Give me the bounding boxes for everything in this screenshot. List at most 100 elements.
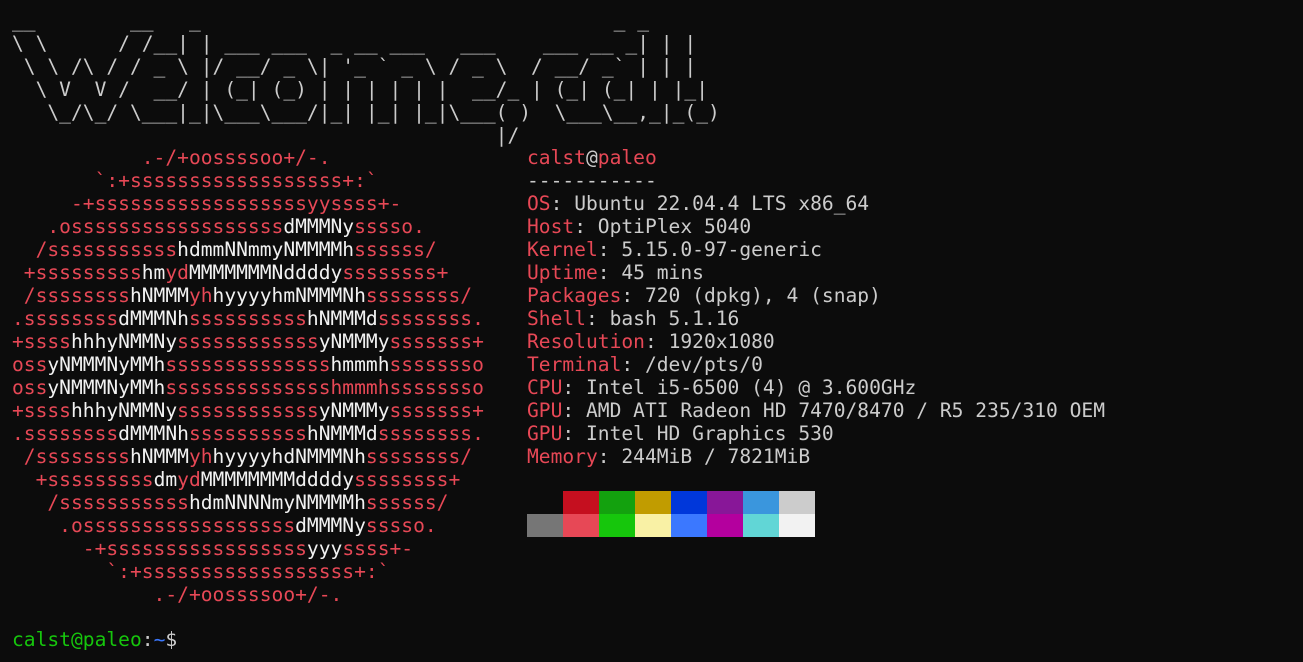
info-value: Ubuntu 22.04.4 LTS x86_64	[574, 192, 870, 215]
info-field-host: Host: OptiPlex 5040	[527, 215, 1105, 238]
logo-line: +sssshhhyNMMNyssssssssssssyNMMMysssssss+	[12, 330, 484, 353]
logo-segment: sssssss+	[389, 330, 484, 353]
user-host-line: calst@paleo	[527, 146, 1105, 169]
logo-segment: oss	[12, 353, 48, 376]
color-palette	[527, 491, 815, 537]
info-key: Terminal	[527, 353, 622, 376]
info-value: bash 5.1.16	[609, 307, 740, 330]
terminal-window[interactable]: __ __ _ _ _ \ \ / /__| | ___ ___ _ __ __…	[0, 0, 1303, 662]
palette-swatch-row1-3	[635, 491, 671, 514]
logo-segment: dm	[153, 468, 178, 491]
logo-segment: yh	[188, 445, 213, 468]
logo-segment: hNMMMd	[306, 307, 378, 330]
info-value: 45 mins	[621, 261, 704, 284]
logo-segment: ssssss/	[365, 491, 449, 514]
logo-segment: sssssss+	[389, 399, 484, 422]
info-field-gpu: GPU: Intel HD Graphics 530	[527, 422, 1105, 445]
info-key: OS	[527, 192, 551, 215]
info-user: calst	[527, 146, 586, 169]
info-value: 244MiB / 7821MiB	[621, 445, 811, 468]
logo-line: /sssssssshNMMMyhhyyyyhdNMMMNhssssssss/	[12, 445, 472, 468]
info-key: GPU	[527, 422, 563, 445]
logo-segment: sssso.	[354, 215, 425, 238]
info-separator: :	[562, 422, 586, 445]
info-separator: :	[621, 284, 645, 307]
logo-segment: ssssssss.	[377, 422, 484, 445]
palette-swatch-row2-1	[563, 514, 599, 537]
logo-segment: +sssssssss	[12, 261, 142, 284]
logo-segment: hhhyNMMNy	[70, 399, 178, 422]
logo-segment: yd	[165, 261, 189, 284]
info-key: Kernel	[527, 238, 598, 261]
logo-line: ossyNMMMNyMMhsssssssssssssshmmmhssssssso	[12, 376, 484, 399]
palette-swatch-row2-2	[599, 514, 635, 537]
logo-segment: .ossssssssssssssssss	[12, 514, 296, 537]
palette-swatch-row2-7	[779, 514, 815, 537]
info-field-uptime: Uptime: 45 mins	[527, 261, 1105, 284]
logo-segment: -+ssssssssssssssssssyyssss+-	[12, 192, 402, 215]
palette-swatch-row2-4	[671, 514, 707, 537]
palette-swatch-row1-2	[599, 491, 635, 514]
logo-segment: /ssssssss	[12, 284, 130, 307]
logo-segment: sssso.	[365, 514, 437, 537]
info-field-resolution: Resolution: 1920x1080	[527, 330, 1105, 353]
info-separator: :	[562, 376, 586, 399]
info-field-terminal: Terminal: /dev/pts/0	[527, 353, 1105, 376]
info-key: Host	[527, 215, 575, 238]
info-key: Shell	[527, 307, 586, 330]
logo-segment: MMMMMMMNddddy	[188, 261, 343, 284]
info-separator: :	[550, 192, 575, 215]
logo-segment: dMMMNh	[118, 422, 189, 445]
logo-segment: hyyyyhmNMMMNh	[212, 284, 366, 307]
logo-line: -+sssssssssssssssssyyyssss+-	[12, 537, 413, 560]
shell-prompt[interactable]: calst@paleo:~$	[12, 628, 177, 651]
logo-segment: hmmmh	[330, 353, 390, 376]
logo-segment: -+sssssssssssssssss	[12, 537, 307, 560]
palette-swatch-row2-5	[707, 514, 743, 537]
logo-segment: /sssssssssss	[12, 491, 189, 514]
logo-segment: ssssssss/	[365, 445, 473, 468]
info-separator: :	[597, 445, 622, 468]
logo-segment: dMMMNh	[118, 307, 189, 330]
info-field-shell: Shell: bash 5.1.16	[527, 307, 1105, 330]
logo-segment: MMMMMMMMddddy	[200, 468, 355, 491]
system-info-panel: calst@paleo ----------- OS: Ubuntu 22.04…	[527, 146, 1105, 468]
logo-segment: hdmNNNNmyNMMMMh	[188, 491, 366, 514]
info-field-os: OS: Ubuntu 22.04.4 LTS x86_64	[527, 192, 1105, 215]
info-divider: -----------	[527, 169, 657, 192]
logo-segment: yd	[177, 468, 201, 491]
logo-segment: ssssssss+	[354, 468, 461, 491]
logo-segment: ssssssssssssss	[165, 353, 331, 376]
logo-segment: ssssssss.	[377, 307, 484, 330]
info-value: Intel HD Graphics 530	[585, 422, 834, 445]
logo-segment: hhhyNMMNy	[70, 330, 178, 353]
logo-segment: .ssssssss	[12, 307, 119, 330]
info-separator: :	[597, 238, 622, 261]
info-separator: :	[585, 307, 610, 330]
logo-line: `:+ssssssssssssssssss+:`	[12, 169, 378, 192]
logo-segment: oss	[12, 376, 48, 399]
logo-segment: ssssssssss	[188, 422, 307, 445]
logo-segment: ssssssso	[389, 353, 484, 376]
logo-segment: +sssssssss	[12, 468, 154, 491]
info-key: Packages	[527, 284, 622, 307]
logo-segment: ssssssss+	[342, 261, 449, 284]
palette-swatch-row1-1	[563, 491, 599, 514]
info-value: AMD ATI Radeon HD 7470/8470 / R5 235/310…	[585, 399, 1106, 422]
logo-segment: dMMMNy	[295, 514, 366, 537]
info-value: 720 (dpkg), 4 (snap)	[644, 284, 881, 307]
info-field-packages: Packages: 720 (dpkg), 4 (snap)	[527, 284, 1105, 307]
logo-segment: .-/+oossssoo+/-.	[12, 146, 331, 169]
palette-swatch-row1-0	[527, 491, 563, 514]
info-value: 1920x1080	[668, 330, 775, 353]
palette-swatch-row1-5	[707, 491, 743, 514]
logo-segment: `:+ssssssssssssssssss+:`	[12, 560, 390, 583]
info-separator: :	[597, 261, 622, 284]
info-field-kernel: Kernel: 5.15.0-97-generic	[527, 238, 1105, 261]
logo-line: .ssssssssdMMMNhsssssssssshNMMMdssssssss.	[12, 307, 484, 330]
logo-segment: .-/+oossssoo+/-.	[12, 583, 343, 606]
info-field-memory: Memory: 244MiB / 7821MiB	[527, 445, 1105, 468]
logo-segment: hNMMM	[129, 445, 189, 468]
logo-segment: yNMMMNyMMh	[47, 353, 166, 376]
logo-line: +sssssssssdmydMMMMMMMMddddyssssssss+	[12, 468, 461, 491]
